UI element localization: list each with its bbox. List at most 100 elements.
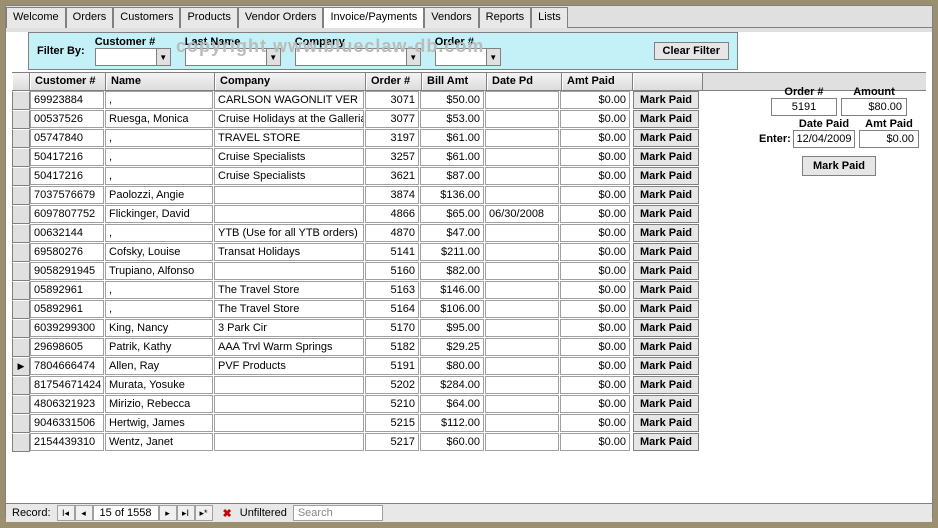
tab-reports[interactable]: Reports	[479, 7, 532, 28]
cell-amtpaid[interactable]: $0.00	[560, 129, 630, 147]
table-row[interactable]: 7804666474Allen, RayPVF Products5191$80.…	[12, 357, 926, 376]
cell-order[interactable]: 5170	[365, 319, 419, 337]
cell-billamt[interactable]: $80.00	[420, 357, 484, 375]
cell-amtpaid[interactable]: $0.00	[560, 243, 630, 261]
cell-amtpaid[interactable]: $0.00	[560, 205, 630, 223]
cell-company[interactable]	[214, 262, 364, 280]
cell-billamt[interactable]: $29.25	[420, 338, 484, 356]
cell-company[interactable]: AAA Trvl Warm Springs	[214, 338, 364, 356]
row-selector[interactable]	[12, 395, 30, 414]
col-amtpaid[interactable]: Amt Paid	[562, 73, 633, 90]
cell-company[interactable]: The Travel Store	[214, 281, 364, 299]
filter-lastname-input[interactable]	[186, 50, 266, 64]
cell-order[interactable]: 5202	[365, 376, 419, 394]
row-selector[interactable]	[12, 262, 30, 281]
filter-status-text[interactable]: Unfiltered	[234, 507, 293, 519]
mark-paid-button[interactable]: Mark Paid	[633, 205, 699, 223]
row-selector[interactable]	[12, 224, 30, 243]
table-row[interactable]: 00632144,YTB (Use for all YTB orders)487…	[12, 224, 926, 243]
cell-order[interactable]: 5141	[365, 243, 419, 261]
table-row[interactable]: 6039299300King, Nancy3 Park Cir5170$95.0…	[12, 319, 926, 338]
table-row[interactable]: 05892961,The Travel Store5163$146.00$0.0…	[12, 281, 926, 300]
filter-company-combo[interactable]: ▼	[295, 48, 421, 66]
cell-amtpaid[interactable]: $0.00	[560, 395, 630, 413]
mark-paid-button[interactable]: Mark Paid	[633, 186, 699, 204]
cell-datepd[interactable]	[485, 357, 559, 375]
table-row[interactable]: 81754671424Murata, Yosuke5202$284.00$0.0…	[12, 376, 926, 395]
cell-order[interactable]: 3071	[365, 91, 419, 109]
cell-datepd[interactable]	[485, 91, 559, 109]
cell-customer[interactable]: 50417216	[30, 148, 104, 166]
chevron-down-icon[interactable]: ▼	[406, 49, 420, 65]
cell-name[interactable]: ,	[105, 129, 213, 147]
cell-billamt[interactable]: $65.00	[420, 205, 484, 223]
filter-status-icon[interactable]: ✖	[221, 507, 234, 520]
mark-paid-button[interactable]: Mark Paid	[633, 338, 699, 356]
cell-datepd[interactable]	[485, 433, 559, 451]
cell-datepd[interactable]	[485, 129, 559, 147]
detail-date-input[interactable]: 12/04/2009	[793, 130, 855, 148]
cell-customer[interactable]: 05747840	[30, 129, 104, 147]
cell-order[interactable]: 5217	[365, 433, 419, 451]
chevron-down-icon[interactable]: ▼	[156, 49, 170, 65]
cell-billamt[interactable]: $82.00	[420, 262, 484, 280]
row-selector[interactable]	[12, 300, 30, 319]
cell-amtpaid[interactable]: $0.00	[560, 281, 630, 299]
cell-billamt[interactable]: $211.00	[420, 243, 484, 261]
cell-order[interactable]: 3621	[365, 167, 419, 185]
col-company[interactable]: Company	[215, 73, 366, 90]
cell-order[interactable]: 3197	[365, 129, 419, 147]
cell-customer[interactable]: 9046331506	[30, 414, 104, 432]
tab-lists[interactable]: Lists	[531, 7, 568, 28]
mark-paid-button[interactable]: Mark Paid	[633, 148, 699, 166]
cell-order[interactable]: 5164	[365, 300, 419, 318]
mark-paid-button[interactable]: Mark Paid	[633, 262, 699, 280]
cell-datepd[interactable]: 06/30/2008	[485, 205, 559, 223]
col-order[interactable]: Order #	[366, 73, 422, 90]
cell-customer[interactable]: 00632144	[30, 224, 104, 242]
row-selector[interactable]	[12, 148, 30, 167]
cell-customer[interactable]: 7037576679	[30, 186, 104, 204]
cell-name[interactable]: ,	[105, 281, 213, 299]
cell-amtpaid[interactable]: $0.00	[560, 376, 630, 394]
cell-company[interactable]: The Travel Store	[214, 300, 364, 318]
cell-datepd[interactable]	[485, 262, 559, 280]
mark-paid-button[interactable]: Mark Paid	[633, 129, 699, 147]
row-selector[interactable]	[12, 186, 30, 205]
cell-customer[interactable]: 00537526	[30, 110, 104, 128]
cell-customer[interactable]: 29698605	[30, 338, 104, 356]
cell-company[interactable]	[214, 433, 364, 451]
cell-name[interactable]: ,	[105, 91, 213, 109]
cell-datepd[interactable]	[485, 300, 559, 318]
cell-company[interactable]: Cruise Specialists	[214, 148, 364, 166]
cell-name[interactable]: ,	[105, 224, 213, 242]
cell-company[interactable]: Transat Holidays	[214, 243, 364, 261]
mark-paid-button[interactable]: Mark Paid	[633, 167, 699, 185]
cell-amtpaid[interactable]: $0.00	[560, 300, 630, 318]
mark-paid-button[interactable]: Mark Paid	[633, 300, 699, 318]
cell-company[interactable]: Cruise Specialists	[214, 167, 364, 185]
cell-name[interactable]: King, Nancy	[105, 319, 213, 337]
cell-name[interactable]: Cofsky, Louise	[105, 243, 213, 261]
table-row[interactable]: 69580276Cofsky, LouiseTransat Holidays51…	[12, 243, 926, 262]
cell-order[interactable]: 5210	[365, 395, 419, 413]
cell-name[interactable]: Mirizio, Rebecca	[105, 395, 213, 413]
cell-order[interactable]: 5160	[365, 262, 419, 280]
cell-billamt[interactable]: $284.00	[420, 376, 484, 394]
cell-customer[interactable]: 4806321923	[30, 395, 104, 413]
filter-lastname-combo[interactable]: ▼	[185, 48, 281, 66]
tab-customers[interactable]: Customers	[113, 7, 180, 28]
cell-datepd[interactable]	[485, 110, 559, 128]
cell-billamt[interactable]: $106.00	[420, 300, 484, 318]
cell-name[interactable]: ,	[105, 300, 213, 318]
mark-paid-button[interactable]: Mark Paid	[633, 243, 699, 261]
cell-name[interactable]: Paolozzi, Angie	[105, 186, 213, 204]
nav-first-button[interactable]: I◂	[57, 505, 75, 521]
cell-amtpaid[interactable]: $0.00	[560, 433, 630, 451]
cell-billamt[interactable]: $50.00	[420, 91, 484, 109]
cell-datepd[interactable]	[485, 414, 559, 432]
tab-welcome[interactable]: Welcome	[6, 7, 66, 28]
cell-amtpaid[interactable]: $0.00	[560, 110, 630, 128]
cell-name[interactable]: Trupiano, Alfonso	[105, 262, 213, 280]
row-selector[interactable]	[12, 357, 30, 376]
